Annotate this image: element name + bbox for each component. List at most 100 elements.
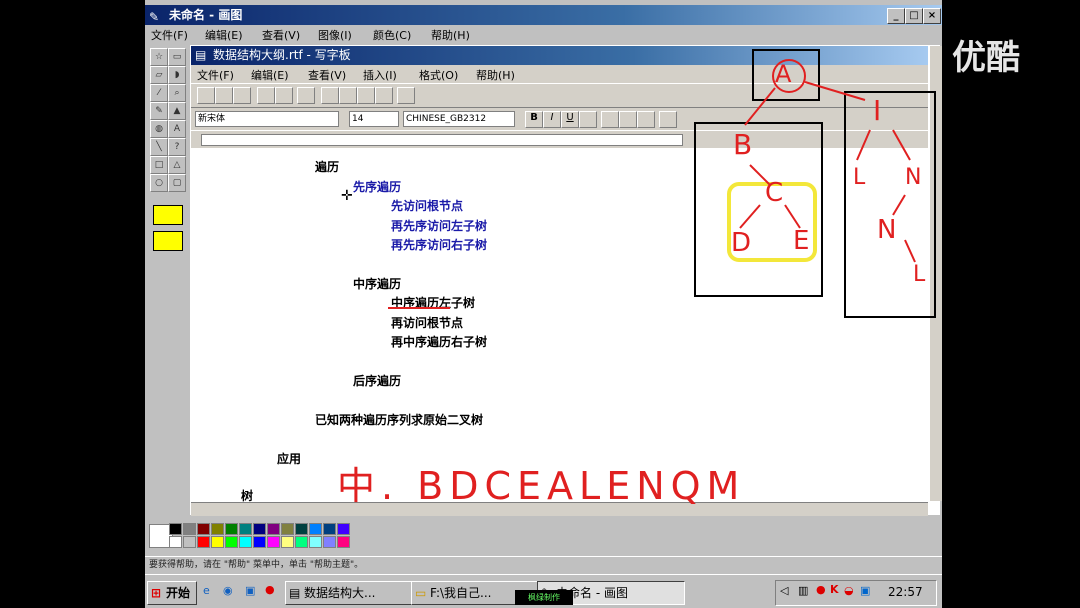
color-swatch[interactable] [239, 536, 252, 548]
color-swatch[interactable] [183, 536, 196, 548]
color-swatch[interactable] [295, 536, 308, 548]
find-icon[interactable] [297, 87, 315, 104]
cut-icon[interactable] [321, 87, 339, 104]
wordpad-title-bar: ▤ 数据结构大纲.rtf - 写字板 [191, 46, 928, 65]
rounded-rect-icon[interactable]: ▢ [168, 174, 186, 192]
color-swatch[interactable] [183, 523, 196, 535]
text-tool-icon[interactable]: A [168, 120, 186, 138]
color-swatch[interactable] [323, 523, 336, 535]
paint-menu-view[interactable]: 查看(V) [262, 27, 300, 43]
paint-menu-help[interactable]: 帮助(H) [431, 27, 470, 43]
ime-icon[interactable]: ◒ [844, 584, 854, 597]
color-swatch[interactable] [197, 523, 210, 535]
color-picker-icon[interactable]: ⁄ [150, 84, 168, 102]
wordpad-menu-insert[interactable]: 插入(I) [363, 67, 397, 83]
text-color-icon[interactable] [579, 111, 597, 128]
charset-combo[interactable]: CHINESE_GB2312 [403, 111, 515, 127]
color-swatch[interactable] [337, 523, 350, 535]
polygon-icon[interactable]: △ [168, 156, 186, 174]
align-left-icon[interactable] [601, 111, 619, 128]
italic-icon[interactable]: I [543, 111, 561, 128]
network-icon[interactable]: ▥ [798, 584, 808, 597]
ruler[interactable] [191, 131, 928, 148]
eraser-icon[interactable]: ▱ [150, 66, 168, 84]
k-icon[interactable]: K [830, 583, 839, 596]
color-swatch[interactable] [337, 536, 350, 548]
rectangle-icon[interactable]: □ [150, 156, 168, 174]
document-area[interactable]: 遍历 先序遍历 先访问根节点 再先序访问左子树 再先序访问右子树 中序遍历 中序… [191, 150, 928, 503]
align-center-icon[interactable] [619, 111, 637, 128]
color-swatch[interactable] [211, 536, 224, 548]
fill-icon[interactable]: ◗ [168, 66, 186, 84]
wordpad-menu-format[interactable]: 格式(O) [419, 67, 458, 83]
size-combo[interactable]: 14 [349, 111, 399, 127]
color-swatch[interactable] [211, 523, 224, 535]
color-swatch[interactable] [295, 523, 308, 535]
insert-datetime-icon[interactable] [397, 87, 415, 104]
free-select-icon[interactable]: ☆ [150, 48, 168, 66]
volume-icon[interactable]: ◁ [780, 584, 788, 597]
paint-menu-file[interactable]: 文件(F) [151, 27, 188, 43]
doc-line: 再先序访问左子树 [391, 219, 488, 233]
color-swatch[interactable] [169, 536, 182, 548]
color-swatch[interactable] [267, 523, 280, 535]
airbrush-icon[interactable]: ◍ [150, 120, 168, 138]
curve-icon[interactable]: ? [168, 138, 186, 156]
paint-menu-image[interactable]: 图像(I) [318, 27, 352, 43]
bold-icon[interactable]: B [525, 111, 543, 128]
undo-icon[interactable] [375, 87, 393, 104]
align-right-icon[interactable] [637, 111, 655, 128]
color-swatch[interactable] [309, 536, 322, 548]
color-swatch[interactable] [309, 523, 322, 535]
close-button[interactable]: × [923, 8, 941, 24]
antivirus-icon[interactable]: ● [816, 583, 826, 596]
copy-icon[interactable] [339, 87, 357, 104]
wordpad-menu-edit[interactable]: 编辑(E) [251, 67, 289, 83]
brush-icon[interactable]: ▲ [168, 102, 186, 120]
minimize-button[interactable]: _ [887, 8, 905, 24]
task-wordpad[interactable]: ▤ 数据结构大... [285, 581, 427, 605]
color-swatch[interactable] [253, 523, 266, 535]
wordpad-menu-view[interactable]: 查看(V) [308, 67, 346, 83]
paste-icon[interactable] [357, 87, 375, 104]
color-swatch[interactable] [267, 536, 280, 548]
print-preview-icon[interactable] [275, 87, 293, 104]
wordpad-menu-help[interactable]: 帮助(H) [476, 67, 515, 83]
open-icon[interactable] [215, 87, 233, 104]
underline-icon[interactable]: U [561, 111, 579, 128]
color-swatch[interactable] [281, 523, 294, 535]
record-icon[interactable]: ● [265, 583, 275, 596]
bullets-icon[interactable] [659, 111, 677, 128]
start-button[interactable]: ⊞ 开始 [147, 581, 197, 605]
color-swatch[interactable] [253, 536, 266, 548]
print-icon[interactable] [257, 87, 275, 104]
color-swatch[interactable] [281, 536, 294, 548]
tray-app-icon[interactable]: ▣ [860, 584, 870, 597]
transparent-mode-icon[interactable] [153, 205, 183, 225]
save-icon[interactable] [233, 87, 251, 104]
pencil-icon[interactable]: ✎ [150, 102, 168, 120]
opaque-mode-icon[interactable] [153, 231, 183, 251]
media-icon[interactable]: ◉ [223, 584, 233, 597]
color-swatch[interactable] [169, 523, 182, 535]
paint-menu-edit[interactable]: 编辑(E) [205, 27, 243, 43]
color-swatch[interactable] [323, 536, 336, 548]
desktop-icon[interactable]: ▣ [245, 584, 255, 597]
vertical-scrollbar[interactable] [930, 46, 942, 501]
line-icon[interactable]: ╲ [150, 138, 168, 156]
paint-menu-bar: 文件(F) 编辑(E) 查看(V) 图像(I) 颜色(C) 帮助(H) [145, 25, 942, 43]
color-swatch[interactable] [225, 523, 238, 535]
ellipse-icon[interactable]: ○ [150, 174, 168, 192]
maximize-button[interactable]: □ [905, 8, 923, 24]
color-swatch[interactable] [239, 523, 252, 535]
paint-menu-colors[interactable]: 颜色(C) [373, 27, 411, 43]
color-swatch[interactable] [197, 536, 210, 548]
clock[interactable]: 22:57 [888, 585, 923, 599]
magnifier-icon[interactable]: ⌕ [168, 84, 186, 102]
ie-icon[interactable]: e [203, 584, 210, 597]
rect-select-icon[interactable]: ▭ [168, 48, 186, 66]
wordpad-menu-file[interactable]: 文件(F) [197, 67, 234, 83]
font-combo[interactable]: 新宋体 [195, 111, 339, 127]
new-icon[interactable] [197, 87, 215, 104]
color-swatch[interactable] [225, 536, 238, 548]
